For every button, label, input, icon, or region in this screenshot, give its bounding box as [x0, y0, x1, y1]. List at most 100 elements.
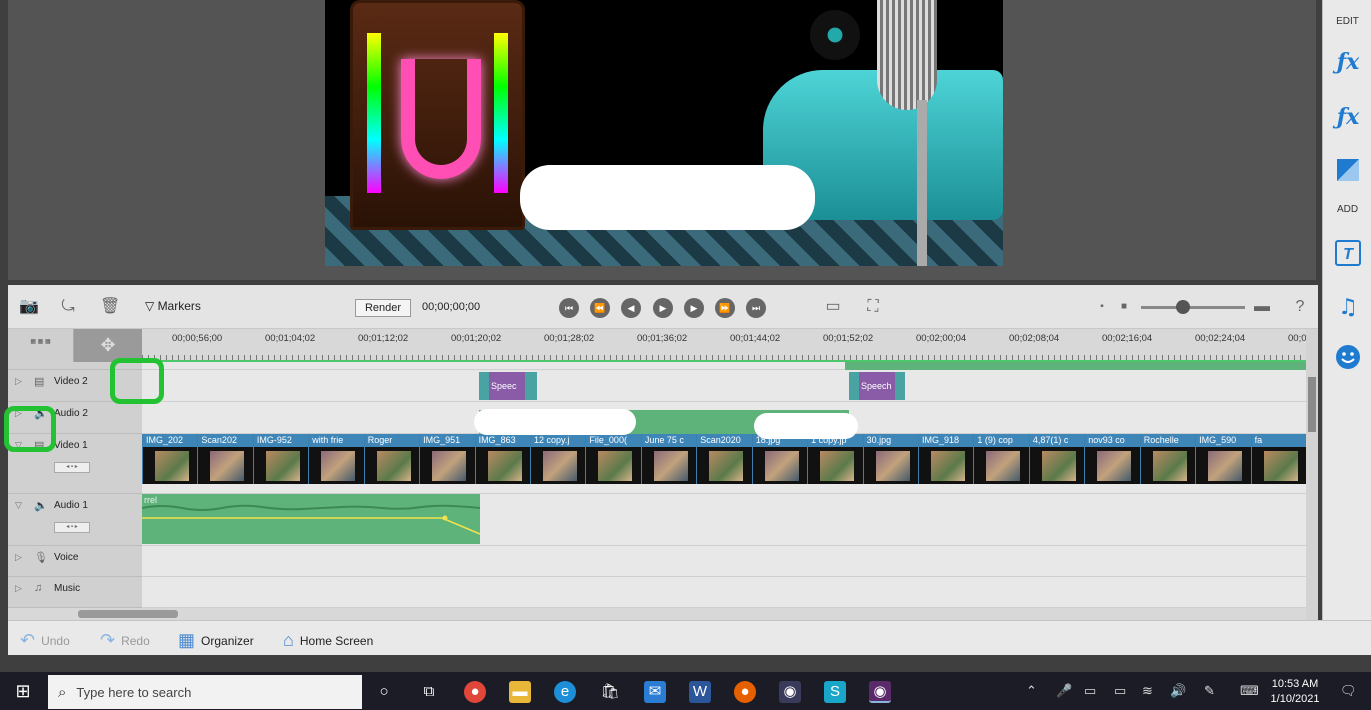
zoom-in-icon[interactable]: ▬ [1252, 297, 1272, 317]
video-clip[interactable]: Roger [363, 434, 420, 484]
expand-triangle-icon[interactable]: ▷ [15, 552, 22, 563]
store-icon[interactable]: 🛍 [599, 681, 621, 703]
video-clip[interactable]: Scan202 [197, 434, 254, 484]
title-icon[interactable]: T [1333, 238, 1363, 268]
video-clip[interactable]: June 75 c [640, 434, 697, 484]
fullscreen-icon[interactable]: ⛶ [863, 297, 883, 317]
pen-icon[interactable]: ✎ [1204, 683, 1215, 699]
markers-dropdown[interactable]: ▽ Markers [145, 299, 201, 313]
task-view-icon[interactable]: ⧉ [418, 681, 440, 703]
smiley-icon[interactable] [1333, 342, 1363, 372]
zoom-slider-track[interactable] [1141, 306, 1245, 309]
video-clip[interactable]: IMG_202 [142, 434, 198, 484]
cortana-icon[interactable]: ○ [373, 681, 395, 703]
notifications-icon[interactable]: 🗨 [1340, 683, 1357, 699]
fx-pencil-icon[interactable]: ƒx [1333, 47, 1363, 77]
wifi-icon[interactable]: ≋ [1142, 683, 1153, 699]
track-controls[interactable]: ◂ ▪ ▸ [54, 462, 90, 473]
rotate-icon[interactable]: ⤿ [58, 297, 78, 317]
mail-icon[interactable]: ✉ [644, 681, 666, 703]
camera-icon[interactable]: 📷 [19, 297, 39, 317]
track-head-voice[interactable]: ▷ 🎙 Voice [8, 546, 142, 577]
video-clip[interactable]: IMG-952 [252, 434, 309, 484]
rewind-icon[interactable]: ⏪ [590, 298, 610, 318]
redo-button[interactable]: ↷ Redo [100, 630, 150, 651]
video-clip[interactable]: IMG_951 [419, 434, 476, 484]
speech-clip[interactable]: Speech [849, 372, 905, 400]
zoom-slider-thumb[interactable] [1176, 300, 1190, 314]
file-explorer-icon[interactable]: ▬ [509, 681, 531, 703]
zoom-out-small-icon[interactable]: ▪ [1092, 297, 1112, 317]
monitor-icon[interactable]: ▭ [823, 297, 843, 317]
video-clip[interactable]: 4,87(1) c [1028, 434, 1085, 484]
clip-name: IMG_202 [143, 434, 198, 447]
timeline-vertical-scrollbar[interactable] [1306, 329, 1318, 620]
timeline-horizontal-scrollbar[interactable] [8, 608, 1306, 620]
taskbar-clock[interactable]: 10:53 AM 1/10/2021 [1258, 677, 1332, 707]
microphone-icon[interactable]: 🎤 [1056, 683, 1072, 699]
video-clip[interactable]: fa [1250, 434, 1307, 484]
windows-start-icon[interactable]: ⊞ [12, 680, 34, 702]
premiere-elements-icon[interactable]: ◉ [779, 681, 801, 703]
battery-icon[interactable]: ▭ [1114, 683, 1126, 699]
collapse-triangle-icon[interactable]: ▽ [15, 500, 22, 511]
home-screen-button[interactable]: ⌂ Home Screen [283, 630, 373, 651]
speech-clip[interactable]: Speec [479, 372, 537, 400]
volume-icon[interactable]: 🔊 [1170, 683, 1186, 699]
video-clip[interactable]: 18.jpg [751, 434, 808, 484]
scrollbar-thumb[interactable] [1308, 377, 1316, 432]
track-body-music [142, 577, 1306, 608]
go-to-end-icon[interactable]: ⏭ [746, 298, 766, 318]
video-clip[interactable]: nov93 co [1084, 434, 1141, 484]
go-to-start-icon[interactable]: ⏮ [559, 298, 579, 318]
video-clip[interactable]: 1 copy.jp [807, 434, 864, 484]
trash-icon[interactable]: 🗑 [100, 297, 120, 317]
audio-1-clip[interactable]: rrel [142, 494, 480, 544]
timeline-ruler[interactable]: ▦ ▦ ▦ ✥ 00;00;56;00 00;01;04;02 00;01;12;0… [8, 329, 1307, 362]
video-clip[interactable]: Scan2020 [696, 434, 753, 484]
clip-thumbnail [376, 451, 411, 481]
track-head-music[interactable]: ▷ ♫ Music [8, 577, 142, 608]
video-clip[interactable]: 1 (9) cop [973, 434, 1030, 484]
zoom-out-icon[interactable]: ■ [1114, 297, 1134, 317]
edge-icon[interactable]: e [554, 681, 576, 703]
chrome-icon[interactable]: ● [464, 681, 486, 703]
fx-icon[interactable]: ƒx [1333, 102, 1363, 132]
tablet-icon[interactable]: ▭ [1084, 683, 1096, 699]
app-s-icon[interactable]: S [824, 681, 846, 703]
video-clip[interactable]: 12 copy.j [530, 434, 586, 484]
chevron-up-icon[interactable]: ⌃ [1026, 683, 1037, 699]
video-clip[interactable]: Rochelle [1139, 434, 1196, 484]
help-icon[interactable]: ? [1290, 297, 1310, 317]
expand-triangle-icon[interactable]: ▷ [15, 376, 22, 387]
video-clip[interactable]: 30.jpg [862, 434, 919, 484]
preview-monitor[interactable] [325, 0, 1003, 266]
organizer-button[interactable]: ▦ Organizer [178, 630, 254, 651]
smart-fix-icon[interactable]: ▦ ▦ ▦ [8, 329, 74, 362]
step-back-icon[interactable]: ◀ [621, 298, 641, 318]
video-clip[interactable]: File_000( [585, 434, 642, 484]
video-clip[interactable]: with frie [308, 434, 365, 484]
speaker-icon[interactable]: 🔈 [34, 499, 48, 512]
ruler-tick-label: 00;00;56;00 [172, 333, 223, 344]
video-clip[interactable]: IMG_590 [1195, 434, 1252, 484]
render-button[interactable]: Render [355, 299, 411, 317]
word-icon[interactable]: W [689, 681, 711, 703]
fast-forward-icon[interactable]: ⏩ [715, 298, 735, 318]
video-clip[interactable]: IMG_863 [474, 434, 531, 484]
track-controls[interactable]: ◂ ▪ ▸ [54, 522, 90, 533]
music-note-icon[interactable]: ♫ [1333, 292, 1363, 322]
audio-clip-partial[interactable] [845, 362, 1306, 370]
premiere-elements-active-icon[interactable]: ◉ [869, 681, 891, 703]
adjustment-icon[interactable] [1333, 155, 1363, 185]
keyboard-icon[interactable]: ⌨ [1240, 683, 1259, 699]
play-icon[interactable]: ▶ [653, 298, 673, 318]
video-clip[interactable]: IMG_918 [918, 434, 974, 484]
taskbar-search-box[interactable]: ⌕ Type here to search [48, 675, 362, 709]
expand-triangle-icon[interactable]: ▷ [15, 583, 22, 594]
undo-button[interactable]: ↶ Undo [20, 630, 70, 651]
scrollbar-thumb[interactable] [78, 610, 178, 618]
firefox-icon[interactable]: ● [734, 681, 756, 703]
step-forward-icon[interactable]: ▶ [684, 298, 704, 318]
track-head-audio-1[interactable]: ▽ 🔈 Audio 1 ◂ ▪ ▸ [8, 494, 142, 546]
